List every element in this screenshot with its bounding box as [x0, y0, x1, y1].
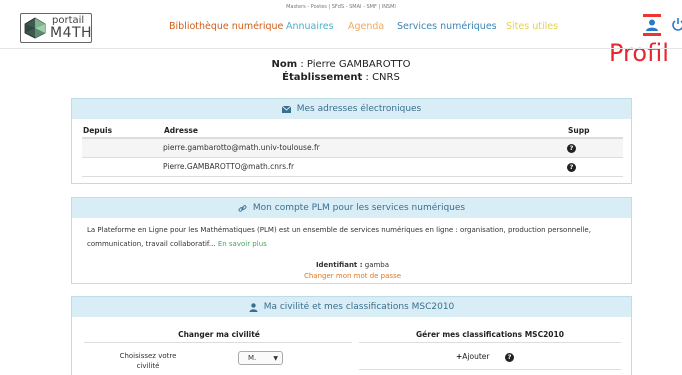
- column-adresse: Adresse: [163, 123, 567, 139]
- civility-panel-title: Ma civilité et mes classifications MSC20…: [263, 302, 455, 312]
- question-icon[interactable]: ?: [567, 143, 576, 153]
- top-partner-links[interactable]: Masters - Postes | SFdS - SMAI - SMF | I…: [0, 4, 682, 10]
- envelope-icon: [281, 105, 291, 113]
- right-column-divider: [359, 369, 621, 370]
- email-since: [82, 138, 163, 158]
- power-icon[interactable]: [672, 17, 682, 31]
- add-classification-button[interactable]: +Ajouter: [456, 352, 490, 361]
- identifiant-label: Identifiant :: [315, 261, 363, 269]
- identity-etablissement: Établissement : CNRS: [282, 72, 400, 83]
- civility-panel: Ma civilité et mes classifications MSC20…: [71, 296, 632, 375]
- plm-identifiant: Identifiant : gamba: [72, 261, 633, 269]
- plm-description-block: La Plateforme en Ligne pour les Mathémat…: [87, 223, 617, 251]
- email-address: Pierre.GAMBAROTTO@math.cnrs.fr: [163, 157, 567, 177]
- email-since: [82, 157, 163, 177]
- header-divider: [0, 48, 682, 49]
- question-icon[interactable]: ?: [505, 353, 514, 362]
- msc-classifications-title: Gérer mes classifications MSC2010: [416, 330, 564, 339]
- emails-table-header: Depuis Adresse Supp: [82, 123, 623, 139]
- right-column-divider: [359, 342, 621, 343]
- etablissement-label: Établissement: [282, 72, 363, 83]
- add-label: Ajouter: [462, 352, 490, 361]
- user-icon-bar-bottom: [643, 33, 661, 36]
- profile-user-icon[interactable]: [640, 11, 664, 39]
- name-label: Nom: [271, 59, 298, 70]
- emails-panel-heading: Mes adresses électroniques: [72, 99, 631, 119]
- civility-select[interactable]: M. ▼: [238, 351, 283, 365]
- column-supp: Supp: [567, 123, 623, 139]
- nav-agenda[interactable]: Agenda: [348, 21, 384, 32]
- identity-name: Nom : Pierre GAMBAROTTO: [271, 59, 411, 70]
- civility-selected-value: M.: [248, 354, 257, 362]
- name-value: Pierre GAMBAROTTO: [306, 59, 411, 70]
- table-row: Pierre.GAMBAROTTO@math.cnrs.fr ?: [82, 157, 623, 177]
- identifiant-value: gamba: [364, 261, 390, 269]
- emails-panel: Mes adresses électroniques Depuis Adress…: [71, 98, 632, 184]
- table-row: pierre.gambarotto@math.univ-toulouse.fr …: [82, 138, 623, 158]
- emails-table: Depuis Adresse Supp pierre.gambarotto@ma…: [82, 123, 623, 177]
- civility-label: Choisissez votre civilité: [119, 352, 177, 370]
- nav-annuaires[interactable]: Annuaires: [286, 21, 334, 32]
- nav-bibliotheque[interactable]: Bibliothèque numérique: [169, 21, 283, 32]
- logo-gem-icon: [24, 17, 46, 39]
- nav-sites-utiles[interactable]: Sites utiles: [506, 21, 558, 32]
- plm-description: La Plateforme en Ligne pour les Mathémat…: [87, 226, 591, 248]
- civility-panel-heading: Ma civilité et mes classifications MSC20…: [72, 297, 631, 317]
- link-icon: [238, 204, 247, 212]
- left-column-divider: [84, 342, 352, 343]
- plm-more-link[interactable]: En savoir plus: [218, 240, 267, 248]
- logo-text-m4th: M4TH: [50, 25, 93, 41]
- question-icon[interactable]: ?: [567, 162, 576, 172]
- user-icon: [249, 302, 258, 312]
- change-civility-title: Changer ma civilité: [178, 330, 260, 339]
- plm-account-panel: Mon compte PLM pour les services numériq…: [71, 197, 632, 284]
- user-icon-bar-top: [643, 14, 661, 17]
- portail-math-logo[interactable]: portail M4TH: [20, 13, 92, 43]
- change-password-link[interactable]: Changer mon mot de passe: [72, 272, 633, 280]
- plm-panel-title: Mon compte PLM pour les services numériq…: [252, 203, 466, 213]
- user-icon: [646, 19, 658, 31]
- emails-panel-title: Mes adresses électroniques: [296, 104, 422, 114]
- email-address: pierre.gambarotto@math.univ-toulouse.fr: [163, 138, 567, 158]
- plm-panel-heading: Mon compte PLM pour les services numériq…: [72, 198, 631, 218]
- nav-services-numeriques[interactable]: Services numériques: [397, 21, 497, 32]
- column-depuis: Depuis: [82, 123, 163, 139]
- etablissement-value: CNRS: [372, 72, 400, 83]
- chevron-down-icon: ▼: [273, 355, 278, 362]
